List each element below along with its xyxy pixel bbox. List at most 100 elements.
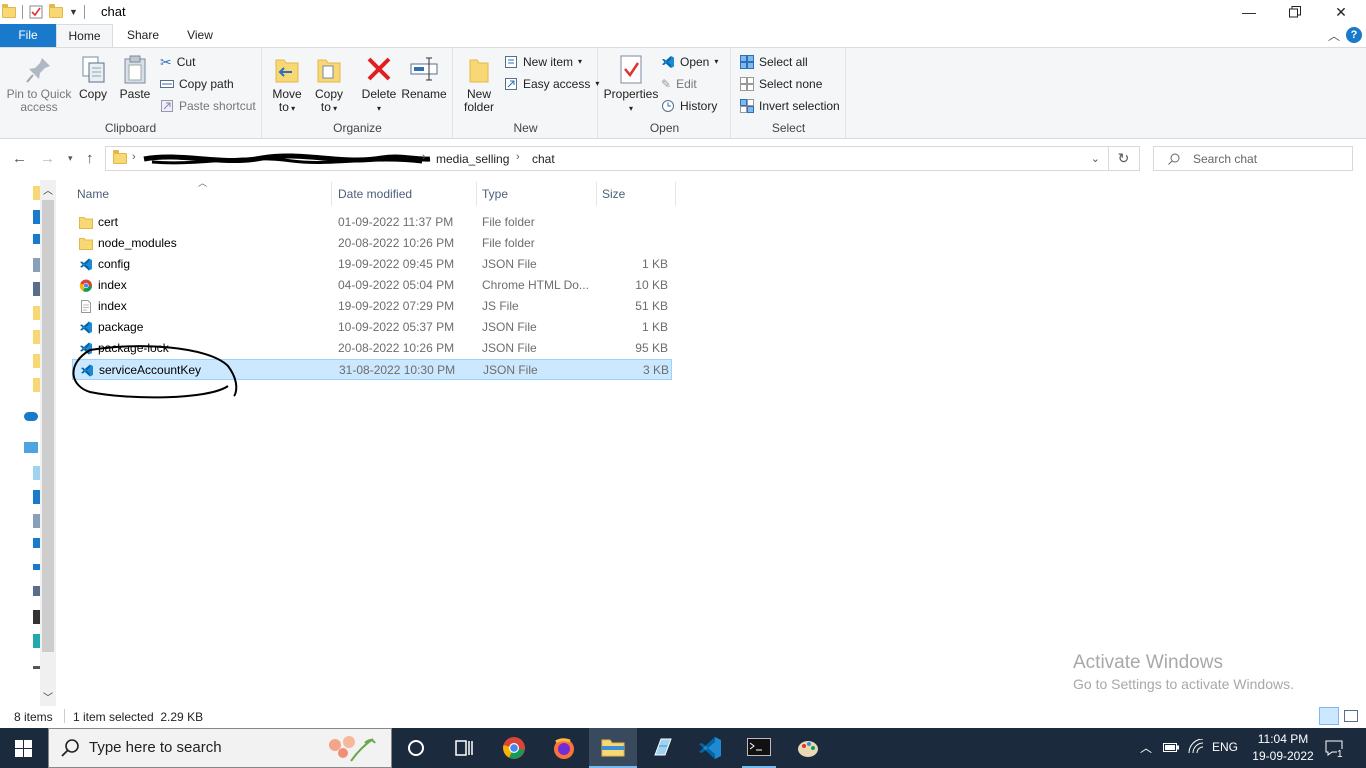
chrome-icon[interactable] — [502, 736, 526, 760]
column-name[interactable]: Name — [72, 182, 332, 206]
clock-time[interactable]: 11:04 PM — [1254, 732, 1312, 746]
file-row[interactable]: index 19-09-2022 07:29 PM JS File 51 KB — [72, 296, 672, 317]
collapse-ribbon-icon[interactable]: ︿ — [1328, 27, 1340, 44]
select-group-label: Select — [771, 121, 806, 135]
vscode-icon[interactable] — [698, 736, 722, 760]
battery-icon[interactable] — [1163, 741, 1179, 753]
taskbar-file-explorer[interactable] — [589, 728, 637, 768]
refresh-button[interactable]: ↻ — [1108, 146, 1140, 171]
chevron-right-icon[interactable]: › — [516, 151, 520, 163]
search-input[interactable]: Search chat — [1153, 146, 1353, 171]
paste-button[interactable]: Paste — [118, 54, 152, 101]
cut-button[interactable]: ✂ Cut — [160, 52, 195, 72]
copy-button[interactable]: Copy — [76, 54, 110, 101]
file-row[interactable]: config 19-09-2022 09:45 PM JSON File 1 KB — [72, 254, 672, 275]
up-arrow-icon[interactable]: ↑ — [86, 150, 94, 167]
properties-check-icon[interactable] — [29, 5, 43, 19]
clipboard-group: Pin to Quick access Copy Paste ✂ Cut Cop… — [0, 48, 262, 138]
file-row[interactable]: package 10-09-2022 05:37 PM JSON File 1 KB — [72, 317, 672, 338]
taskbar-terminal[interactable] — [742, 728, 776, 768]
show-hidden-icons-chevron[interactable]: ︿ — [1140, 739, 1152, 756]
easy-access-button[interactable]: Easy access ▾ — [504, 74, 599, 94]
file-row[interactable]: node_modules 20-08-2022 10:26 PM File fold… — [72, 233, 672, 254]
new-folder-button[interactable]: New folder — [460, 54, 498, 114]
tab-view[interactable]: View — [173, 24, 227, 47]
paste-shortcut-button[interactable]: Paste shortcut — [160, 96, 256, 116]
file-row[interactable]: index 04-09-2022 05:04 PM Chrome HTML Do..… — [72, 275, 672, 296]
cortana-icon[interactable] — [404, 736, 428, 760]
chevron-right-icon[interactable]: › — [132, 151, 136, 163]
chevron-right-icon[interactable]: › — [422, 151, 426, 163]
watermark-subtitle: Go to Settings to activate Windows. — [1073, 676, 1294, 692]
edit-button[interactable]: ✎ Edit — [661, 74, 697, 94]
delete-button[interactable]: Delete ▾ — [359, 54, 399, 115]
tab-home[interactable]: Home — [56, 24, 113, 47]
select-none-button[interactable]: Select none — [740, 74, 822, 94]
file-row[interactable]: cert 01-09-2022 11:37 PM File folder — [72, 212, 672, 233]
column-date-modified[interactable]: Date modified — [333, 182, 477, 206]
maximize-button[interactable] — [1272, 0, 1318, 24]
forward-arrow-icon[interactable]: → — [40, 150, 55, 167]
this-pc-icon[interactable] — [24, 442, 38, 453]
help-icon[interactable]: ? — [1346, 27, 1362, 43]
title-bar: ▼ chat — ✕ — [0, 0, 1366, 24]
open-button[interactable]: Open ▾ — [661, 52, 718, 72]
qat-dropdown-icon[interactable]: ▼ — [69, 7, 78, 17]
select-none-icon — [740, 77, 754, 91]
properties-button[interactable]: Properties ▾ — [603, 54, 659, 115]
invert-selection-button[interactable]: Invert selection — [740, 96, 840, 116]
onedrive-icon[interactable] — [24, 412, 38, 421]
file-size: 1 KB — [641, 320, 668, 334]
move-to-button[interactable]: Move to ▾ — [269, 54, 305, 115]
task-view-icon[interactable] — [452, 736, 476, 760]
copy-path-button[interactable]: Copy path — [160, 74, 234, 94]
delete-label: Delete — [361, 87, 397, 101]
close-button[interactable]: ✕ — [1318, 0, 1364, 24]
address-bar[interactable]: › › media_selling › chat ⌄ — [105, 146, 1109, 171]
address-dropdown-icon[interactable]: ⌄ — [1091, 152, 1100, 165]
scroll-up-icon[interactable]: ︿ — [43, 182, 53, 197]
wifi-icon[interactable] — [1188, 739, 1204, 755]
paint-icon[interactable] — [796, 736, 820, 760]
breadcrumb-chat[interactable]: chat — [532, 152, 555, 166]
folder-icon — [79, 238, 93, 250]
firefox-icon[interactable] — [552, 736, 576, 760]
tab-file[interactable]: File — [0, 24, 56, 47]
select-all-button[interactable]: Select all — [740, 52, 808, 72]
pin-label-2: access — [20, 100, 58, 114]
search-icon — [61, 739, 79, 757]
file-date-modified: 04-09-2022 05:04 PM — [338, 278, 455, 292]
tab-share[interactable]: Share — [113, 24, 173, 47]
new-folder-label-2: folder — [463, 100, 495, 114]
windows-start-icon[interactable] — [15, 740, 32, 757]
search-icon — [1168, 153, 1180, 165]
file-size: 3 KB — [642, 363, 669, 377]
new-item-button[interactable]: New item ▾ — [504, 52, 582, 72]
input-language[interactable]: ENG — [1212, 740, 1238, 754]
taskbar-search-box[interactable]: Type here to search — [48, 728, 392, 768]
rename-label: Rename — [401, 87, 447, 101]
breadcrumb-media-selling[interactable]: media_selling — [436, 152, 509, 166]
clock-date[interactable]: 19-09-2022 — [1248, 749, 1318, 763]
column-type[interactable]: Type — [477, 182, 597, 206]
rename-button[interactable]: Rename — [401, 54, 447, 101]
file-name: index — [98, 299, 127, 313]
delete-icon — [367, 57, 391, 81]
notepad-icon[interactable] — [650, 736, 674, 760]
navigation-scrollbar-thumb[interactable] — [42, 200, 54, 652]
large-icons-view-icon[interactable] — [1344, 710, 1358, 722]
pin-quick-access-button[interactable]: Pin to Quick access — [6, 54, 72, 114]
scroll-down-icon[interactable]: ﹀ — [43, 689, 53, 704]
file-type: Chrome HTML Do... — [482, 278, 589, 292]
new-folder-icon[interactable] — [49, 3, 63, 18]
column-size[interactable]: Size — [597, 182, 676, 206]
recent-locations-icon[interactable]: ▾ — [68, 153, 73, 164]
pin-icon — [26, 58, 50, 83]
new-folder-icon — [469, 59, 489, 83]
details-view-icon[interactable] — [1319, 707, 1339, 725]
history-button[interactable]: History — [661, 96, 717, 116]
back-arrow-icon[interactable]: ← — [12, 150, 27, 167]
copy-to-button[interactable]: Copy to ▾ — [311, 54, 347, 115]
minimize-button[interactable]: — — [1226, 0, 1272, 24]
new-item-label: New item — [523, 55, 574, 69]
